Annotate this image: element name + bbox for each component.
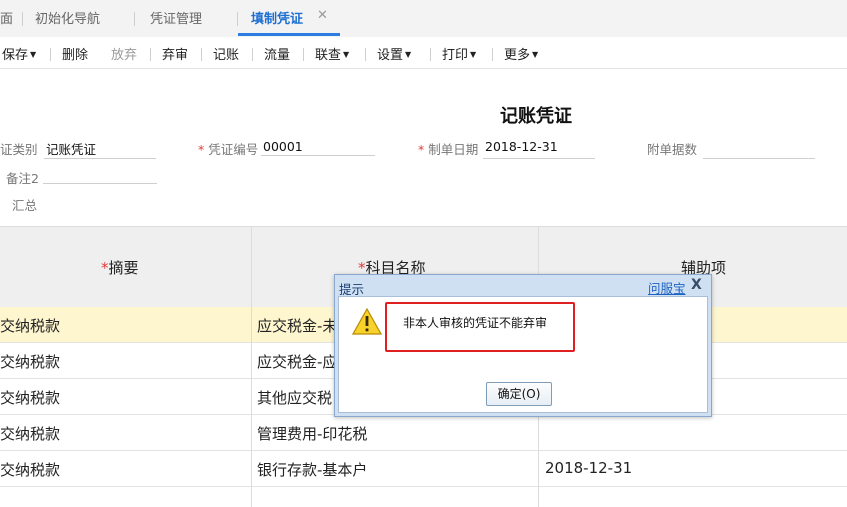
cell-account[interactable]: 应交税金-未 bbox=[257, 315, 337, 336]
prompt-dialog: 提示 问服宝 X 非本人审核的凭证不能弃审 确定(O) bbox=[334, 274, 712, 417]
toolbar-divider bbox=[492, 48, 493, 61]
chevron-down-icon: ▼ bbox=[343, 50, 350, 59]
required-mark: * bbox=[101, 259, 109, 277]
tab-voucher-manage[interactable]: 凭证管理 bbox=[150, 8, 202, 27]
tab-divider bbox=[134, 12, 135, 26]
voucher-type-label: 证类别 bbox=[0, 142, 38, 157]
cell-summary[interactable]: 交纳税款 bbox=[0, 351, 60, 372]
more-button[interactable]: 更多 ▼ bbox=[504, 44, 538, 63]
abandon-review-button[interactable]: 弃审 bbox=[162, 44, 188, 63]
toolbar-divider bbox=[201, 48, 202, 61]
save-button[interactable]: 保存 ▼ bbox=[2, 44, 36, 63]
column-header-summary: *摘要 bbox=[101, 257, 139, 278]
print-button[interactable]: 打印 ▼ bbox=[442, 44, 476, 63]
more-label: 更多 bbox=[504, 48, 531, 63]
cell-account[interactable]: 管理费用-印花税 bbox=[257, 423, 367, 444]
required-mark: * bbox=[198, 142, 205, 157]
tab-init-nav[interactable]: 初始化导航 bbox=[35, 8, 100, 27]
message-highlight-box: 非本人审核的凭证不能弃审 bbox=[385, 302, 575, 352]
column-divider bbox=[251, 226, 252, 507]
chevron-down-icon: ▼ bbox=[470, 50, 477, 59]
voucher-title: 记账凭证 bbox=[500, 106, 572, 127]
voucher-number-label: * 凭证编号 bbox=[198, 139, 258, 158]
settings-label: 设置 bbox=[377, 48, 404, 63]
column-summary-text: 摘要 bbox=[108, 259, 139, 277]
tab-home[interactable]: 面 bbox=[0, 8, 13, 27]
voucher-number-field[interactable]: 00001 bbox=[263, 139, 303, 154]
tab-bar: 面 初始化导航 凭证管理 填制凭证 ✕ bbox=[0, 0, 847, 38]
attachment-count-label: 附单据数 bbox=[647, 142, 698, 157]
toolbar-divider bbox=[252, 48, 253, 61]
discard-button[interactable]: 放弃 bbox=[111, 44, 137, 63]
toolbar-divider bbox=[150, 48, 151, 61]
dialog-message: 非本人审核的凭证不能弃审 bbox=[403, 316, 548, 330]
dialog-body: 非本人审核的凭证不能弃审 确定(O) bbox=[338, 296, 708, 413]
save-label: 保存 bbox=[2, 48, 29, 63]
required-mark: * bbox=[418, 142, 425, 157]
voucher-number-label-text: 凭证编号 bbox=[208, 142, 259, 157]
cell-summary[interactable]: 交纳税款 bbox=[0, 423, 60, 444]
tab-close-icon[interactable]: ✕ bbox=[317, 8, 328, 23]
chevron-down-icon: ▼ bbox=[30, 50, 37, 59]
voucher-type-field[interactable]: 记账凭证 bbox=[46, 139, 96, 158]
table-row[interactable]: 交纳税款 管理费用-印花税 bbox=[0, 415, 847, 451]
voucher-number-underline bbox=[261, 155, 375, 156]
toolbar-divider bbox=[303, 48, 304, 61]
voucher-date-label-text: 制单日期 bbox=[428, 142, 479, 157]
cell-summary[interactable]: 交纳税款 bbox=[0, 387, 60, 408]
toolbar-divider bbox=[365, 48, 366, 61]
cell-account[interactable]: 银行存款-基本户 bbox=[257, 459, 367, 480]
tab-fill-voucher[interactable]: 填制凭证 bbox=[251, 8, 303, 27]
link-query-label: 联查 bbox=[315, 48, 342, 63]
flow-button[interactable]: 流量 bbox=[264, 44, 290, 63]
tab-divider bbox=[237, 12, 238, 26]
voucher-date-label: * 制单日期 bbox=[418, 139, 478, 158]
voucher-date-underline bbox=[483, 158, 595, 159]
delete-button[interactable]: 删除 bbox=[62, 44, 88, 63]
cell-summary[interactable]: 交纳税款 bbox=[0, 315, 60, 336]
voucher-type-underline bbox=[44, 158, 156, 159]
dialog-close-icon[interactable]: X bbox=[691, 277, 702, 293]
note2-label: 备注2 bbox=[6, 171, 39, 186]
toolbar-divider bbox=[430, 48, 431, 61]
warning-icon bbox=[352, 308, 382, 335]
note2-field[interactable] bbox=[43, 183, 157, 184]
toolbar: 保存 ▼ 删除 放弃 弃审 记账 流量 联查 ▼ 设置 ▼ 打印 ▼ 更多 ▼ bbox=[0, 37, 847, 69]
dialog-help-link[interactable]: 问服宝 bbox=[648, 278, 686, 297]
toolbar-divider bbox=[50, 48, 51, 61]
cell-account[interactable]: 应交税金-应 bbox=[257, 351, 337, 372]
link-query-button[interactable]: 联查 ▼ bbox=[315, 44, 349, 63]
cell-summary[interactable]: 交纳税款 bbox=[0, 459, 60, 480]
ok-button[interactable]: 确定(O) bbox=[486, 382, 552, 406]
post-button[interactable]: 记账 bbox=[213, 44, 239, 63]
print-label: 打印 bbox=[442, 48, 469, 63]
summary-label: 汇总 bbox=[12, 198, 38, 213]
active-tab-indicator bbox=[238, 33, 340, 36]
settings-button[interactable]: 设置 ▼ bbox=[377, 44, 411, 63]
voucher-date-field[interactable]: 2018-12-31 bbox=[485, 139, 558, 154]
chevron-down-icon: ▼ bbox=[532, 50, 539, 59]
tab-divider bbox=[22, 12, 23, 26]
cell-account[interactable]: 其他应交税 bbox=[257, 387, 332, 408]
chevron-down-icon: ▼ bbox=[405, 50, 412, 59]
attachment-count-field[interactable] bbox=[703, 158, 815, 159]
table-row[interactable]: 交纳税款 银行存款-基本户 2018-12-31 bbox=[0, 451, 847, 487]
cell-aux[interactable]: 2018-12-31 bbox=[545, 459, 632, 477]
